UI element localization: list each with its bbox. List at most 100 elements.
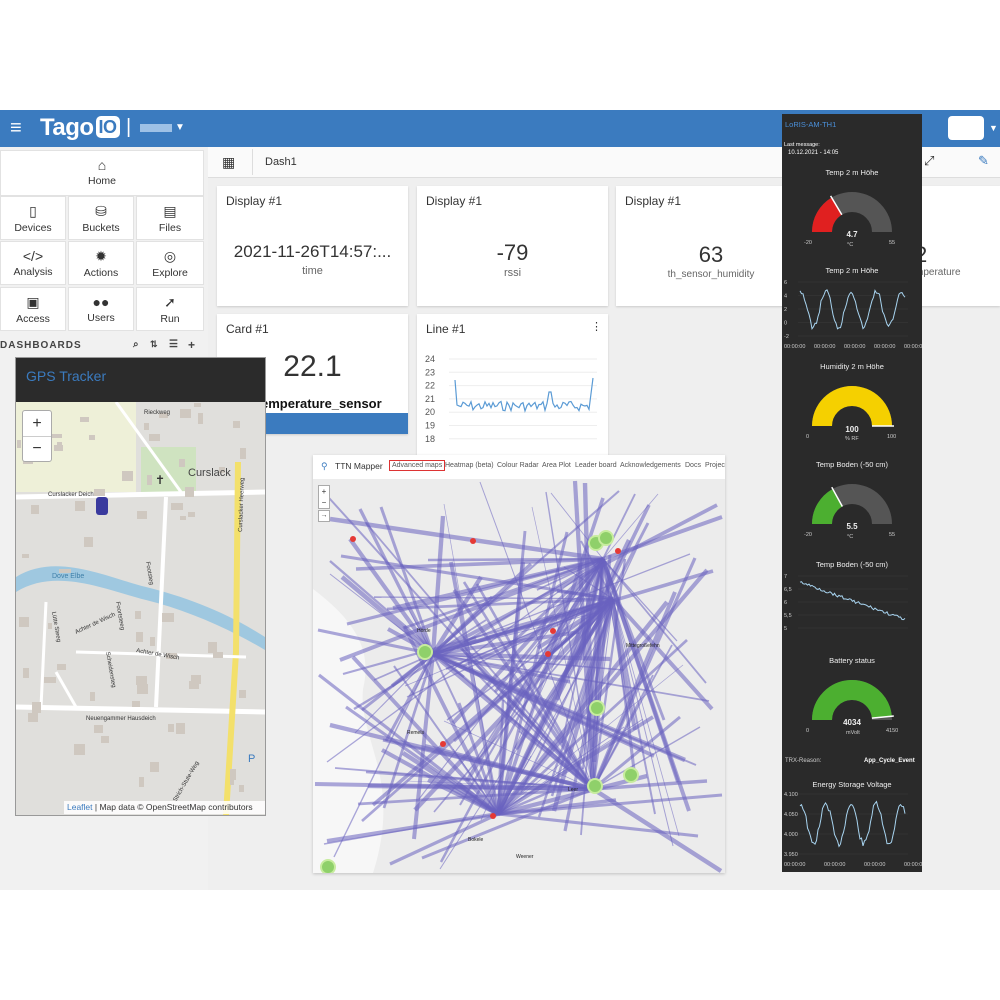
sidebar-item-access[interactable]: ▣ Access: [0, 287, 66, 331]
zoom-out-button[interactable]: −: [23, 436, 51, 461]
y-tick-label: 4.050: [784, 812, 798, 818]
building: [101, 736, 109, 743]
place-label: Hörde: [417, 628, 431, 634]
building: [48, 623, 52, 629]
building: [122, 471, 133, 481]
last-message-label: Last message:: [784, 142, 820, 148]
user-chevron-down-icon[interactable]: ▼: [989, 123, 998, 133]
building: [162, 613, 174, 622]
gateway-marker-icon: [490, 813, 496, 819]
nav-acknowledgements[interactable]: Acknowledgements: [620, 462, 681, 469]
sidebar-item-buckets[interactable]: ⛁ Buckets: [68, 196, 134, 240]
sidebar-item-users[interactable]: ●● Users: [68, 287, 134, 331]
gateway-cluster-icon: [417, 644, 433, 660]
sort-icon[interactable]: ⇅: [150, 339, 159, 350]
divider: [252, 149, 253, 175]
sidebar-item-run[interactable]: ➚ Run: [136, 287, 204, 331]
gauge-min: -20: [804, 240, 812, 246]
rocket-icon: ➚: [164, 294, 176, 310]
chart-soil-temp: 7 6,5 6 5,5 5: [784, 574, 908, 632]
map-attribution: Leaflet | Map data © OpenStreetMap contr…: [64, 801, 265, 814]
gauge-fill: [812, 680, 892, 721]
sidebar-item-actions[interactable]: ✹ Actions: [68, 241, 134, 285]
tago-logo[interactable]: Tago IO: [40, 114, 120, 142]
gauge-unit: °C: [847, 534, 854, 540]
widget-value: -79: [496, 240, 529, 265]
widget-value: 63: [698, 242, 724, 267]
nav-projects[interactable]: Projec: [705, 462, 725, 469]
gauge-value: 4.7: [846, 230, 858, 239]
widget-label: rssi: [503, 267, 522, 279]
building: [74, 744, 85, 755]
y-tick-label: 6: [784, 280, 787, 286]
building: [94, 489, 105, 496]
sidebar-item-home[interactable]: ⌂ Home: [0, 150, 204, 196]
gateway-cluster-icon: [320, 859, 336, 873]
ttn-zoom-in-button[interactable]: +: [319, 486, 329, 497]
y-tick-label: 5,5: [784, 613, 792, 619]
locate-icon[interactable]: →: [318, 510, 330, 522]
nav-colour-radar[interactable]: Colour Radar: [497, 462, 539, 469]
x-tick-label: 00:00:00: [874, 344, 895, 350]
sidebar-item-devices[interactable]: ▯ Devices: [0, 196, 66, 240]
gateway-marker-icon: [550, 628, 556, 634]
nav-advanced-maps[interactable]: Advanced maps: [389, 460, 446, 471]
fullscreen-icon[interactable]: ⤢: [924, 153, 934, 169]
leaflet-link[interactable]: Leaflet: [67, 802, 93, 812]
gauge-unit: °C: [847, 242, 854, 248]
building: [75, 501, 85, 511]
search-icon[interactable]: ⌕: [133, 339, 140, 350]
sidebar-item-analysis[interactable]: </> Analysis: [0, 241, 66, 285]
ttn-title[interactable]: TTN Mapper: [335, 461, 383, 471]
building: [22, 554, 29, 558]
nav-heatmap[interactable]: Heatmap (beta): [445, 462, 494, 469]
x-tick-label: 00:00:00: [864, 862, 885, 868]
building: [32, 702, 41, 713]
dashboard-name[interactable]: Dash1: [265, 156, 297, 168]
add-dashboard-icon[interactable]: +: [188, 338, 196, 352]
edit-icon[interactable]: ✎: [978, 153, 989, 169]
widget-label: th_sensor_humidity: [667, 269, 755, 280]
gauge-title: Battery status: [829, 656, 875, 665]
building: [168, 724, 174, 732]
street-label-rieckweg: Rieckweg: [144, 410, 170, 416]
gateway-cluster-icon: [623, 767, 639, 783]
chevron-down-icon[interactable]: ▼: [175, 122, 185, 133]
zoom-in-button[interactable]: +: [23, 411, 51, 437]
widget-title: Display #1: [226, 194, 283, 208]
sidebar-item-explore[interactable]: ◎ Explore: [136, 241, 204, 285]
ttn-coverage-map[interactable]: Hörde Mittegroßefehn Remels Leer Bokele …: [313, 479, 725, 873]
sidebar-item-label: Analysis: [13, 266, 53, 278]
code-icon: </>: [22, 248, 44, 264]
ttn-nav: ⚲ TTN Mapper Advanced maps Heatmap (beta…: [313, 455, 725, 479]
y-tick-label: 22: [425, 381, 435, 391]
sidebar-item-files[interactable]: ▤ Files: [136, 196, 204, 240]
files-icon: ▤: [163, 203, 177, 219]
building: [57, 664, 66, 670]
account-selector[interactable]: [140, 124, 172, 132]
list-icon[interactable]: ☰: [169, 339, 179, 350]
user-menu-button[interactable]: [948, 116, 984, 140]
widget-title: Card #1: [226, 322, 269, 336]
y-tick-label: 20: [425, 407, 435, 417]
gps-header: GPS Tracker: [16, 358, 265, 402]
building: [132, 701, 140, 707]
nav-leader-board[interactable]: Leader board: [575, 462, 617, 469]
more-options-icon[interactable]: ⋮: [591, 320, 602, 333]
nav-docs[interactable]: Docs: [685, 462, 701, 469]
hamburger-menu-icon[interactable]: ≡: [10, 118, 22, 138]
building: [239, 690, 246, 698]
gps-map[interactable]: Rieckweg Curslack Curslacker Deich Foots…: [16, 402, 265, 815]
nav-area-plot[interactable]: Area Plot: [542, 462, 571, 469]
place-label: Weener: [516, 854, 534, 860]
ttn-zoom-out-button[interactable]: −: [319, 497, 329, 508]
grid-icon[interactable]: ▦: [222, 154, 235, 171]
gateway-marker-icon: [440, 741, 446, 747]
y-tick-label: 18: [425, 434, 435, 444]
vehicle-marker-icon[interactable]: [96, 497, 108, 515]
building: [180, 409, 191, 418]
y-tick-label: 6,5: [784, 587, 792, 593]
building: [139, 777, 144, 787]
widget-title: Display #1: [625, 194, 682, 208]
x-tick-label: 00:00:00: [824, 862, 845, 868]
